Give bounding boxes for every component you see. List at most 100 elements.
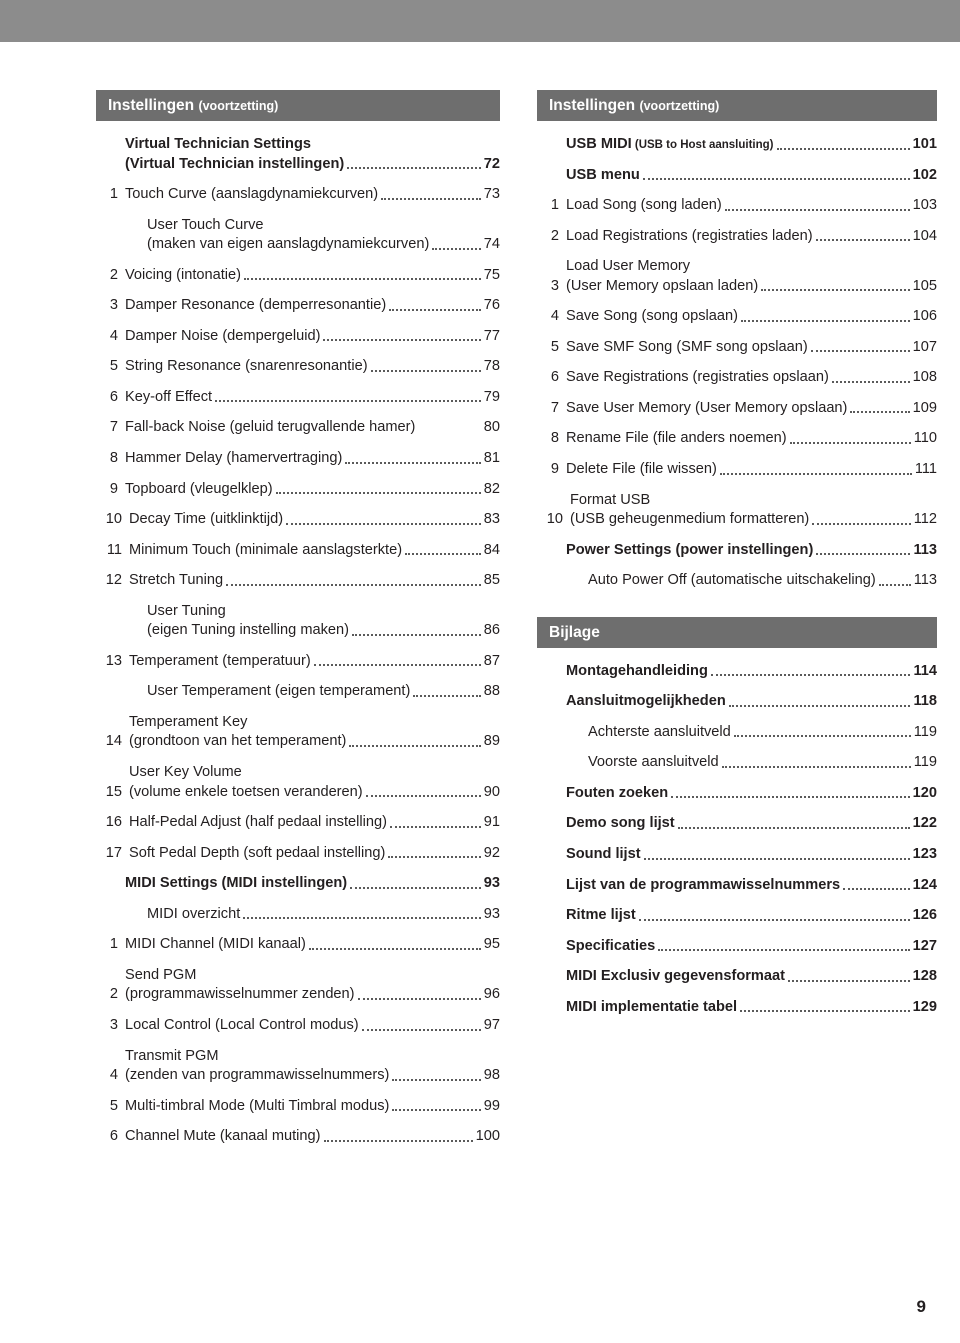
toc-entry[interactable]: Auto Power Off (automatische uitschakeli…	[537, 571, 937, 591]
toc-entry[interactable]: 9 Topboard (vleugelklep) 82	[96, 480, 500, 500]
toc-entry-label-line1: Temperament Key	[129, 713, 248, 730]
toc-columns: Instellingen (voortzetting) Virtual Tech…	[0, 42, 960, 1343]
toc-entry[interactable]: 8 Hammer Delay (hamervertraging) 81	[96, 449, 500, 469]
toc-entry-page: 109	[912, 399, 937, 416]
toc-entry[interactable]: 8 Rename File (file anders noemen) 110	[537, 429, 937, 449]
toc-entry-label-line1: MIDI Settings (MIDI instellingen)	[125, 875, 348, 892]
toc-entry-page: 90	[483, 783, 500, 800]
appendix-entry[interactable]: Aansluitmogelijkheden 118	[537, 692, 937, 712]
toc-entry-page: 99	[483, 1097, 500, 1114]
page-number: 9	[916, 1297, 926, 1316]
toc-entry[interactable]: 7 Save User Memory (User Memory opslaan) 1…	[537, 399, 937, 419]
toc-entry[interactable]: 2 Voicing (intonatie) 75	[96, 266, 500, 286]
toc-entry-label-line1: Delete File (file wissen)	[566, 461, 717, 478]
toc-entry[interactable]: MIDI overzicht 93	[96, 905, 500, 925]
appendix-entry[interactable]: Specificaties 127	[537, 937, 937, 957]
toc-entry[interactable]: 4 Save Song (song opslaan) 106	[537, 307, 937, 327]
toc-entry-label: Channel Mute (kanaal muting)	[118, 1127, 321, 1147]
left-section-subtitle: (voortzetting)	[198, 99, 279, 113]
toc-entry-label: Rename File (file anders noemen)	[559, 429, 787, 449]
toc-entry-page: 103	[912, 197, 937, 214]
toc-entry[interactable]: 4 Damper Noise (dempergeluid) 77	[96, 327, 500, 347]
appendix-entry[interactable]: Ritme lijst 126	[537, 906, 937, 926]
toc-entry-label-line1: Save Registrations (registraties opslaan…	[566, 369, 829, 386]
toc-entry-label-line1: USB menu	[566, 166, 640, 183]
appendix-entry[interactable]: MIDI Exclusiv gegevensformaat 128	[537, 967, 937, 987]
toc-entry-number: 8	[109, 450, 118, 467]
appendix-entry[interactable]: Voorste aansluitveld 119	[537, 753, 937, 773]
toc-entry-label-line1: User Touch Curve	[147, 216, 264, 233]
toc-leader-dots	[413, 694, 481, 697]
toc-entry-page: 108	[912, 369, 937, 386]
toc-entry-page: 75	[483, 266, 500, 283]
toc-entry[interactable]: 6 Key-off Effect 79	[96, 388, 500, 408]
toc-entry[interactable]: 6 Channel Mute (kanaal muting) 100	[96, 1127, 500, 1147]
toc-entry[interactable]: 16 Half-Pedal Adjust (half pedaal instell…	[96, 813, 500, 833]
toc-entry[interactable]: 9 Delete File (file wissen) 111	[537, 460, 937, 480]
toc-entry[interactable]: 3 Local Control (Local Control modus) 97	[96, 1016, 500, 1036]
toc-entry-page: 91	[483, 814, 500, 831]
toc-entry-page: 81	[483, 450, 500, 467]
toc-leader-dots	[392, 1078, 481, 1081]
toc-entry[interactable]: 5 Multi-timbral Mode (Multi Timbral modus…	[96, 1097, 500, 1117]
toc-entry[interactable]: 10 Decay Time (uitklinktijd) 83	[96, 510, 500, 530]
toc-entry[interactable]: 3 Load User Memory (User Memory opslaan la…	[537, 257, 937, 296]
toc-entry[interactable]: 2 Load Registrations (registraties laden)…	[537, 227, 937, 247]
toc-entry[interactable]: 7 Fall-back Noise (geluid terugvallende h…	[96, 418, 500, 438]
toc-entry-label-line1: Save User Memory (User Memory opslaan)	[566, 399, 848, 416]
appendix-entry[interactable]: Sound lijst 123	[537, 845, 937, 865]
toc-entry[interactable]: USB menu 102	[537, 166, 937, 186]
toc-entry[interactable]: Power Settings (power instellingen) 113	[537, 541, 937, 561]
toc-entry[interactable]: Virtual Technician Settings (Virtual Tech…	[96, 135, 500, 174]
appendix-entry[interactable]: MIDI implementatie tabel 129	[537, 998, 937, 1018]
appendix-entry[interactable]: Achterste aansluitveld 119	[537, 723, 937, 743]
toc-entry[interactable]: 13 Temperament (temperatuur) 87	[96, 652, 500, 672]
toc-entry[interactable]: User Temperament (eigen temperament) 88	[96, 682, 500, 702]
toc-entry-number: 2	[550, 227, 559, 244]
appendix-entry[interactable]: Lijst van de programmawisselnummers 124	[537, 876, 937, 896]
toc-leader-dots	[392, 1109, 481, 1112]
appendix-leader-dots	[638, 918, 910, 921]
toc-entry-page: 86	[483, 622, 500, 639]
toc-entry[interactable]: 1 Touch Curve (aanslagdynamiekcurven) 73	[96, 185, 500, 205]
toc-entry-label: Load User Memory (User Memory opslaan lad…	[559, 257, 758, 296]
toc-leader-dots	[345, 461, 481, 464]
toc-entry-label: Key-off Effect	[118, 388, 212, 408]
toc-entry[interactable]: User Tuning (eigen Tuning instelling make…	[96, 602, 500, 641]
toc-entry-label-line1: Load User Memory	[566, 258, 691, 275]
toc-entry-label-line1: User Tuning	[147, 602, 226, 619]
toc-entry[interactable]: User Touch Curve (maken van eigen aanslag…	[96, 216, 500, 255]
toc-entry-label-line1: Voicing (intonatie)	[125, 266, 242, 283]
toc-entry[interactable]: 5 String Resonance (snarenresonantie) 78	[96, 357, 500, 377]
toc-entry[interactable]: 12 Stretch Tuning 85	[96, 571, 500, 591]
toc-entry-page: 80	[483, 419, 500, 436]
toc-entry-label-line1: Format USB	[570, 491, 651, 508]
toc-leader-dots	[850, 411, 910, 414]
appendix-entry[interactable]: Fouten zoeken 120	[537, 784, 937, 804]
toc-leader-dots	[313, 664, 481, 667]
toc-entry-label: Send PGM (programmawisselnummer zenden)	[118, 966, 355, 1005]
page-corner-block	[900, 1269, 960, 1343]
toc-entry-label: USB MIDI (USB to Host aansluiting)	[559, 135, 774, 155]
toc-entry[interactable]: 5 Save SMF Song (SMF song opslaan) 107	[537, 338, 937, 358]
toc-entry[interactable]: 4 Transmit PGM (zenden van programmawissel…	[96, 1047, 500, 1086]
toc-entry[interactable]: 2 Send PGM (programmawisselnummer zenden) 9…	[96, 966, 500, 1005]
toc-entry[interactable]: 10 Format USB (USB geheugenmedium formatte…	[537, 491, 937, 530]
toc-entry[interactable]: 15 User Key Volume (volume enkele toetsen …	[96, 763, 500, 802]
toc-entry-page: 111	[914, 461, 937, 478]
toc-entry[interactable]: 6 Save Registrations (registraties opslaa…	[537, 368, 937, 388]
toc-entry-number: 8	[550, 430, 559, 447]
toc-entry-number: 13	[105, 652, 122, 669]
toc-leader-dots	[361, 1028, 481, 1031]
appendix-entry[interactable]: Demo song lijst 122	[537, 814, 937, 834]
toc-entry[interactable]: USB MIDI (USB to Host aansluiting) 101	[537, 135, 937, 155]
appendix-entry[interactable]: Montagehandleiding 114	[537, 662, 937, 682]
toc-entry[interactable]: 1 MIDI Channel (MIDI kanaal) 95	[96, 935, 500, 955]
toc-entry[interactable]: 11 Minimum Touch (minimale aanslagsterkte…	[96, 541, 500, 561]
toc-entry[interactable]: 14 Temperament Key (grondtoon van het temp…	[96, 713, 500, 752]
appendix-entry-page: 119	[913, 723, 937, 740]
toc-entry[interactable]: 17 Soft Pedal Depth (soft pedaal instelli…	[96, 844, 500, 864]
toc-entry[interactable]: 1 Load Song (song laden) 103	[537, 196, 937, 216]
toc-entry[interactable]: 3 Damper Resonance (demperresonantie) 76	[96, 296, 500, 316]
toc-entry[interactable]: MIDI Settings (MIDI instellingen) 93	[96, 874, 500, 894]
